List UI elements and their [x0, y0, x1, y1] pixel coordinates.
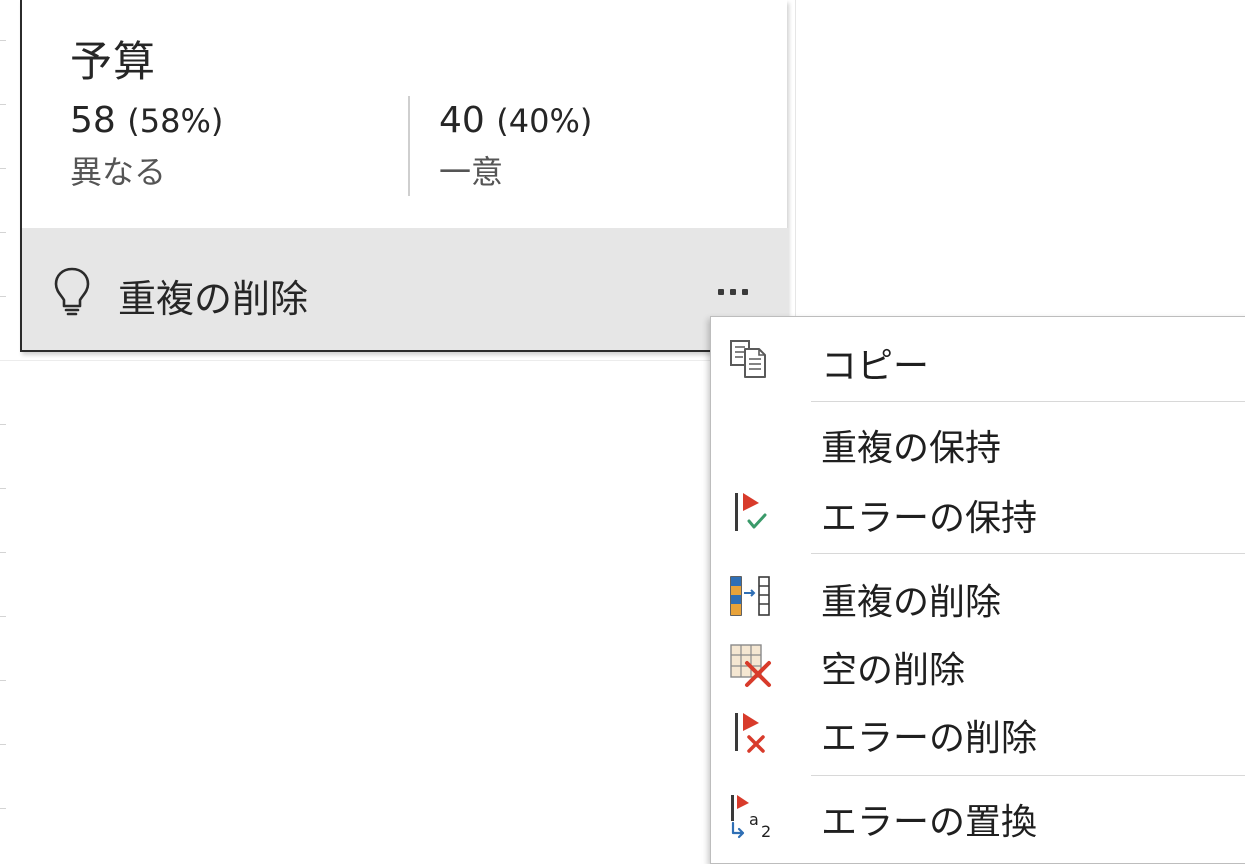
menu-item-label: 重複の削除	[821, 582, 1002, 623]
copy-icon	[730, 340, 766, 378]
menu-separator	[811, 775, 1245, 776]
distinct-stat: 58 (58%) 異なる	[70, 100, 223, 193]
svg-text:2: 2	[761, 822, 771, 841]
unique-count: 40 (40%)	[439, 100, 592, 141]
replace-errors-icon: a 2	[731, 795, 771, 841]
menu-item-replace-errors[interactable]: a 2 エラーの置換	[711, 783, 1245, 849]
row-tick	[0, 552, 6, 553]
column-name-title: 予算	[70, 37, 157, 86]
row-tick	[0, 680, 6, 681]
row-tick	[0, 296, 6, 297]
row-tick	[0, 168, 6, 169]
menu-item-label: 空の削除	[821, 650, 966, 691]
ellipsis-dot	[718, 289, 724, 295]
unique-percent: (40%)	[496, 102, 593, 140]
unique-value: 40	[439, 100, 485, 141]
row-tick	[0, 232, 6, 233]
row-tick	[0, 40, 6, 41]
row-tick	[0, 616, 6, 617]
row-tick	[0, 808, 6, 809]
svg-text:a: a	[749, 810, 759, 829]
lightbulb-icon	[54, 267, 90, 316]
remove-duplicates-icon	[730, 576, 770, 616]
row-tick	[0, 424, 6, 425]
menu-separator	[811, 401, 1245, 402]
suggestion-remove-duplicates-link[interactable]: 重複の削除	[118, 268, 308, 323]
ellipsis-dot	[742, 289, 748, 295]
remove-errors-icon	[735, 713, 765, 753]
unique-label: 一意	[439, 153, 504, 191]
distinct-percent: (58%)	[127, 102, 224, 140]
column-profile-card: 予算 58 (58%) 異なる 40 (40%) 一意 重複の削除	[20, 0, 789, 352]
unique-stat: 40 (40%) 一意	[439, 100, 592, 193]
keep-errors-icon	[735, 493, 767, 531]
suggestion-bar[interactable]: 重複の削除	[22, 228, 789, 350]
menu-item-label: エラーの置換	[821, 802, 1038, 843]
app-canvas: 予算 58 (58%) 異なる 40 (40%) 一意 重複の削除 コピー 重複…	[0, 0, 1245, 864]
row-tick	[0, 744, 6, 745]
context-menu: コピー 重複の保持 エラーの保持 重複の削除 空の削除 エラーの削除 a 2 エ…	[710, 316, 1245, 864]
menu-item-keep-duplicates[interactable]: 重複の保持	[711, 409, 1245, 475]
menu-item-keep-errors[interactable]: エラーの保持	[711, 479, 1245, 545]
remove-empty-icon	[730, 644, 771, 687]
row-tick	[0, 104, 6, 105]
more-options-button[interactable]	[708, 272, 758, 312]
menu-item-label: コピー	[821, 346, 930, 387]
menu-item-remove-empty[interactable]: 空の削除	[711, 631, 1245, 697]
menu-separator	[811, 553, 1245, 554]
distinct-label: 異なる	[70, 153, 167, 191]
menu-item-label: エラーの保持	[821, 498, 1038, 539]
stat-divider	[408, 96, 410, 196]
distinct-count: 58 (58%)	[70, 100, 223, 141]
menu-item-label: エラーの削除	[821, 718, 1038, 759]
row-tick	[0, 488, 6, 489]
menu-item-label: 重複の保持	[821, 428, 1002, 469]
menu-item-copy[interactable]: コピー	[711, 327, 1245, 393]
menu-item-remove-errors[interactable]: エラーの削除	[711, 699, 1245, 765]
menu-item-remove-duplicates[interactable]: 重複の削除	[711, 563, 1245, 629]
distinct-value: 58	[70, 100, 116, 141]
ellipsis-dot	[730, 289, 736, 295]
